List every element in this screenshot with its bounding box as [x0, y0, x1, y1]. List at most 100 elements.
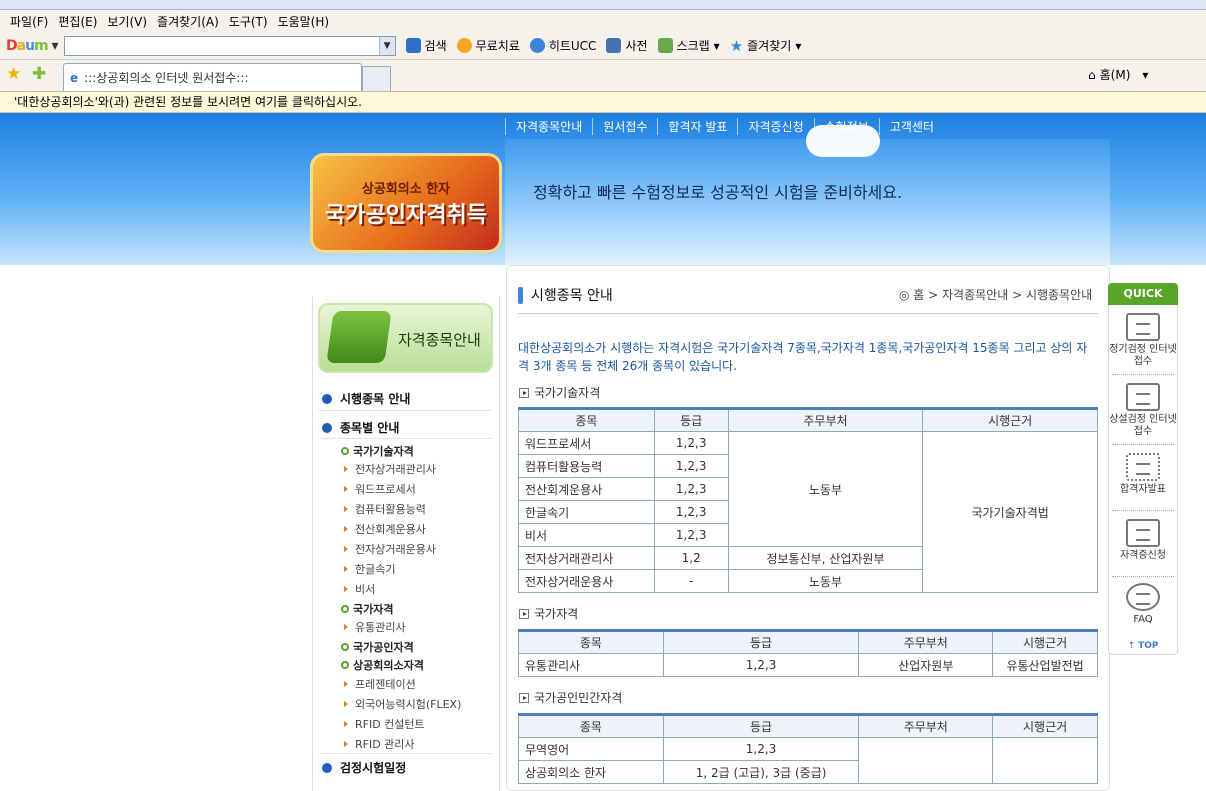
- site-logo-text: 상공회의소 한자 국가공인자격취득: [325, 181, 487, 228]
- ring-icon: [341, 643, 349, 651]
- th-basis: 시행근거: [922, 408, 1098, 432]
- menu-item-secretary[interactable]: 비서: [344, 581, 375, 597]
- search-button[interactable]: 검색: [405, 37, 447, 54]
- tab-title: :::상공회의소 인터넷 원서접수:::: [84, 71, 249, 85]
- menu-item-stenography[interactable]: 한글속기: [344, 561, 395, 577]
- section-national-tech: 국가기술자격: [519, 384, 600, 401]
- dict-button[interactable]: 사전: [606, 37, 648, 54]
- quick-item-permanent-apply[interactable]: 상설검정 인터넷접수: [1108, 383, 1178, 438]
- favorites-button[interactable]: ★ 즐겨찾기 ▾: [730, 37, 802, 55]
- menu-item-by-category[interactable]: 종목별 안내: [322, 419, 399, 436]
- search-icon: [405, 38, 421, 53]
- arrow-box-icon: [519, 387, 529, 398]
- daum-logo[interactable]: Daum ▾: [6, 38, 59, 54]
- apply-icon: [1126, 313, 1160, 341]
- menu-item-schedule-guide[interactable]: 시행종목 안내: [322, 390, 410, 407]
- toolbar-search-input[interactable]: ▼: [63, 35, 396, 56]
- menu-item-distribution[interactable]: 유통관리사: [344, 619, 406, 635]
- left-menu-title: 자격종목안내: [398, 331, 481, 349]
- bullet-icon: [322, 393, 332, 404]
- section-national: 국가자격: [519, 605, 578, 622]
- menu-tools[interactable]: 도구(T): [227, 13, 276, 30]
- nav-item-certificate[interactable]: 자격증신청: [737, 117, 813, 135]
- ring-icon: [341, 661, 349, 669]
- th-ministry: 주무부처: [727, 408, 924, 432]
- breadcrumb: ◎ 홈 > 자격종목안내 > 시행종목안내: [899, 288, 1093, 302]
- top-nav: 자격종목안내 원서접수 합격자 발표 자격증신청 수험정보 고객센터: [505, 113, 1110, 139]
- table-row: 무역영어 1,2,3: [518, 737, 1098, 784]
- daum-toolbar: Daum ▾ ▼ 검색 무료치료 히트UCC 사전 스크랩 ▾ ★ 즐겨찾기 ▾: [0, 32, 1206, 60]
- intro-text: 대한상공회의소가 시행하는 자격시험은 국가기술자격 7종목,국가자격 1종목,…: [518, 341, 1088, 373]
- new-tab-button[interactable]: [362, 66, 391, 91]
- faq-icon: [1126, 583, 1160, 611]
- table-row: 유통관리사 1,2,3 산업자원부 유통산업발전법: [518, 653, 1098, 677]
- table-national: 종목 등급 주무부처 시행근거 유통관리사 1,2,3 산업자원부 유통산업발전…: [518, 629, 1098, 677]
- ucc-button[interactable]: 히트UCC: [529, 37, 596, 54]
- nav-item-customer[interactable]: 고객센터: [878, 117, 944, 135]
- nav-item-qualification[interactable]: 자격종목안내: [505, 117, 592, 135]
- th-name: 종목: [518, 408, 655, 432]
- quick-item-results[interactable]: 합격자발표: [1108, 453, 1178, 496]
- menu-item-ec-manager[interactable]: 전자상거래관리사: [344, 461, 436, 477]
- tab-active[interactable]: e :::상공회의소 인터넷 원서접수:::: [63, 63, 362, 91]
- content-title: 시행종목 안내: [518, 285, 613, 305]
- menu-sub-national-tech[interactable]: 국가기술자격: [341, 443, 414, 459]
- bullet-icon: [322, 422, 332, 433]
- quick-item-faq[interactable]: FAQ: [1108, 583, 1178, 626]
- menu-sub-chamber[interactable]: 상공회의소자격: [341, 657, 424, 673]
- menu-sub-national[interactable]: 국가자격: [341, 601, 393, 617]
- menu-item-flex[interactable]: 외국어능력시험(FLEX): [344, 696, 461, 712]
- quick-item-certificate[interactable]: 자격증신청: [1108, 519, 1178, 562]
- window-titlebar: [0, 0, 1206, 10]
- table-national-tech: 종목 등급 주무부처 시행근거 워드프로세서 1,2,3 노동부 국가기술자격법…: [518, 407, 1098, 593]
- sun-icon: [456, 38, 472, 53]
- book-sprout-icon: [326, 311, 392, 363]
- menu-item-rfid-consultant[interactable]: RFID 컨설턴트: [344, 716, 425, 732]
- menu-item-word[interactable]: 워드프로세서: [344, 481, 416, 497]
- book-icon: [606, 38, 622, 53]
- ucc-icon: [529, 38, 545, 53]
- scrap-button[interactable]: 스크랩 ▾: [657, 37, 720, 54]
- favorites-star-icon[interactable]: ★: [6, 64, 21, 84]
- results-icon: [1126, 453, 1160, 481]
- menu-item-ec-operator[interactable]: 전자상거래운용사: [344, 541, 436, 557]
- menu-item-rfid-manager[interactable]: RFID 관리사: [344, 736, 415, 752]
- menu-favorites[interactable]: 즐겨찾기(A): [155, 13, 227, 30]
- quick-item-regular-apply[interactable]: 정기검정 인터넷접수: [1108, 313, 1178, 368]
- chevron-down-icon[interactable]: ▼: [378, 36, 395, 55]
- top-button[interactable]: ⇡ TOP: [1108, 641, 1178, 651]
- info-bar[interactable]: '대한상공회의소'와(과) 관련된 정보를 보시려면 여기를 클릭하십시오.: [0, 92, 1206, 113]
- nav-item-application[interactable]: 원서접수: [592, 117, 657, 135]
- menu-item-computer[interactable]: 컴퓨터활용능력: [344, 501, 426, 517]
- nav-item-results[interactable]: 합격자 발표: [657, 117, 737, 135]
- web-page: 자격종목안내 원서접수 합격자 발표 자격증신청 수험정보 고객센터 상공회의소…: [0, 113, 1206, 791]
- menu-item-exam-schedule[interactable]: 검정시험일정: [322, 759, 406, 776]
- menu-item-accounting[interactable]: 전산회계운용사: [344, 521, 426, 537]
- menu-help[interactable]: 도움말(H): [276, 13, 338, 30]
- add-favorite-icon[interactable]: ✚: [32, 64, 46, 84]
- scrap-icon: [657, 38, 673, 53]
- nav-item-exam-info[interactable]: 수험정보: [813, 117, 879, 135]
- section-public-private: 국가공인민간자격: [519, 689, 622, 706]
- arrow-box-icon: [519, 608, 529, 619]
- arrow-box-icon: [519, 692, 529, 703]
- banner-slogan: 정확하고 빠른 수험정보로 성공적인 시험을 준비하세요.: [533, 183, 903, 202]
- menu-edit[interactable]: 편집(E): [56, 13, 105, 30]
- home-button[interactable]: ⌂ 홈(M) ▾: [1088, 66, 1148, 83]
- menu-item-presentation[interactable]: 프레젠테이션: [344, 676, 416, 692]
- star-icon: ★: [729, 36, 744, 55]
- menu-view[interactable]: 보기(V): [105, 13, 155, 30]
- home-icon: ⌂: [1088, 67, 1096, 82]
- bullet-icon: [322, 762, 332, 773]
- table-row: 워드프로세서 1,2,3 노동부 국가기술자격법: [518, 431, 1098, 593]
- menu-file[interactable]: 파일(F): [8, 13, 56, 30]
- menu-sub-public[interactable]: 국가공인자격: [341, 639, 414, 655]
- certificate-icon: [1126, 519, 1160, 547]
- table-public-private: 종목 등급 주무부처 시행근거 무역영어 1,2,3 상공회의소 한자 1, 2…: [518, 713, 1098, 784]
- ring-icon: [341, 447, 349, 455]
- ring-icon: [341, 605, 349, 613]
- apply-icon: [1126, 383, 1160, 411]
- ie-icon: e: [70, 70, 79, 85]
- menu-bar: 파일(F) 편집(E) 보기(V) 즐겨찾기(A) 도구(T) 도움말(H): [0, 10, 1206, 32]
- free-button[interactable]: 무료치료: [456, 37, 520, 54]
